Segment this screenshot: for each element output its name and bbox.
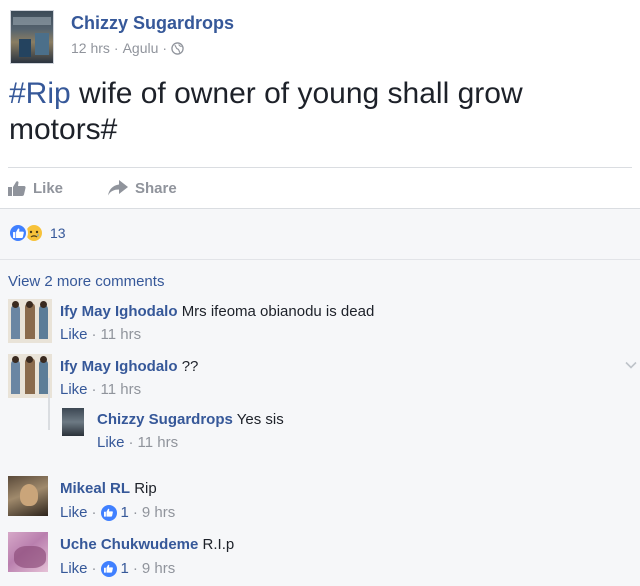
comment-text: Mrs ifeoma obianodu is dead: [181, 303, 375, 320]
reply-meta: Like · 11 hrs: [97, 434, 178, 451]
comment-text: ??: [181, 358, 199, 375]
comment-item: Uche Chukwudeme R.I.p Like · 1 · 9 hrs: [8, 532, 628, 582]
comment-meta: Like · 1 · 9 hrs: [60, 560, 175, 577]
replier-name[interactable]: Chizzy Sugardrops: [97, 411, 233, 428]
like-reaction-icon[interactable]: [100, 504, 117, 521]
meta-separator: ·: [91, 326, 97, 343]
meta-separator: ·: [128, 434, 134, 451]
post-meta: 12 hrs · Agulu ·: [71, 40, 184, 56]
meta-separator: ·: [91, 504, 97, 521]
comment-meta: Like · 11 hrs: [60, 381, 141, 398]
hashtag-link[interactable]: #Rip: [9, 77, 71, 110]
comment-time[interactable]: 9 hrs: [142, 504, 175, 521]
share-arrow-icon: [108, 180, 128, 196]
comment-meta: Like · 11 hrs: [60, 326, 141, 343]
globe-icon[interactable]: [171, 41, 184, 55]
comment-item: Mikeal RL Rip Like · 1 · 9 hrs: [8, 476, 628, 526]
reply-thread-line: [48, 378, 50, 430]
post-card: Chizzy Sugardrops 12 hrs · Agulu · #Rip …: [0, 0, 640, 209]
divider: [0, 259, 640, 260]
comment-like-count[interactable]: 1: [121, 504, 129, 521]
meta-separator: ·: [113, 40, 119, 56]
commenter-avatar[interactable]: [8, 354, 52, 398]
post-actions: Like Share: [8, 176, 208, 200]
comment-time[interactable]: 11 hrs: [101, 326, 142, 343]
reply-text: Yes sis: [236, 411, 284, 428]
share-button[interactable]: Share: [108, 176, 208, 200]
reactions-summary[interactable]: 13: [8, 223, 66, 243]
comment-text: Rip: [134, 480, 157, 497]
post-body-text: wife of owner of young shall grow motors…: [9, 77, 523, 146]
reply-item: Chizzy Sugardrops Yes sis Like · 11 hrs: [62, 408, 622, 452]
meta-separator: ·: [162, 40, 168, 56]
chevron-down-icon[interactable]: [624, 358, 638, 372]
comment-body: Ify May Ighodalo ??: [60, 358, 198, 375]
commenter-avatar[interactable]: [8, 532, 48, 572]
like-reaction-icon: [8, 223, 28, 243]
comment-time[interactable]: 9 hrs: [142, 560, 175, 577]
divider: [8, 167, 632, 168]
comment-body: Ify May Ighodalo Mrs ifeoma obianodu is …: [60, 303, 374, 320]
meta-separator: ·: [132, 504, 138, 521]
comment-body: Uche Chukwudeme R.I.p: [60, 536, 234, 553]
view-more-comments-link[interactable]: View 2 more comments: [8, 273, 164, 290]
post-text: #Rip wife of owner of young shall grow m…: [9, 76, 609, 148]
reaction-count: 13: [50, 225, 66, 241]
comment-body: Mikeal RL Rip: [60, 480, 157, 497]
commenter-avatar[interactable]: [8, 299, 52, 343]
comment-like-button[interactable]: Like: [60, 504, 88, 521]
comment-like-button[interactable]: Like: [60, 381, 88, 398]
meta-separator: ·: [132, 560, 138, 577]
commenter-name[interactable]: Uche Chukwudeme: [60, 536, 198, 553]
comment-item: Ify May Ighodalo ?? Like · 11 hrs: [8, 354, 628, 404]
share-label: Share: [135, 179, 177, 197]
post-author-name[interactable]: Chizzy Sugardrops: [71, 13, 234, 34]
comment-like-button[interactable]: Like: [60, 326, 88, 343]
reply-like-button[interactable]: Like: [97, 434, 125, 451]
reply-body: Chizzy Sugardrops Yes sis: [97, 411, 284, 428]
comment-item: Ify May Ighodalo Mrs ifeoma obianodu is …: [8, 299, 628, 349]
meta-separator: ·: [91, 381, 97, 398]
commenter-name[interactable]: Mikeal RL: [60, 480, 130, 497]
reply-avatar[interactable]: [62, 408, 84, 436]
comment-time[interactable]: 11 hrs: [101, 381, 142, 398]
meta-separator: ·: [91, 560, 97, 577]
comment-like-count[interactable]: 1: [121, 560, 129, 577]
post-time[interactable]: 12 hrs: [71, 40, 110, 56]
comment-like-button[interactable]: Like: [60, 560, 88, 577]
commenter-name[interactable]: Ify May Ighodalo: [60, 358, 178, 375]
thumbs-up-icon: [8, 181, 26, 196]
like-button[interactable]: Like: [8, 176, 108, 200]
author-avatar[interactable]: [10, 10, 54, 64]
post-location[interactable]: Agulu: [123, 40, 159, 56]
comment-meta: Like · 1 · 9 hrs: [60, 504, 175, 521]
reply-time[interactable]: 11 hrs: [138, 434, 179, 451]
like-reaction-icon[interactable]: [100, 560, 117, 577]
commenter-avatar[interactable]: [8, 476, 48, 516]
commenter-name[interactable]: Ify May Ighodalo: [60, 303, 178, 320]
like-label: Like: [33, 179, 64, 197]
comment-text: R.I.p: [202, 536, 235, 553]
